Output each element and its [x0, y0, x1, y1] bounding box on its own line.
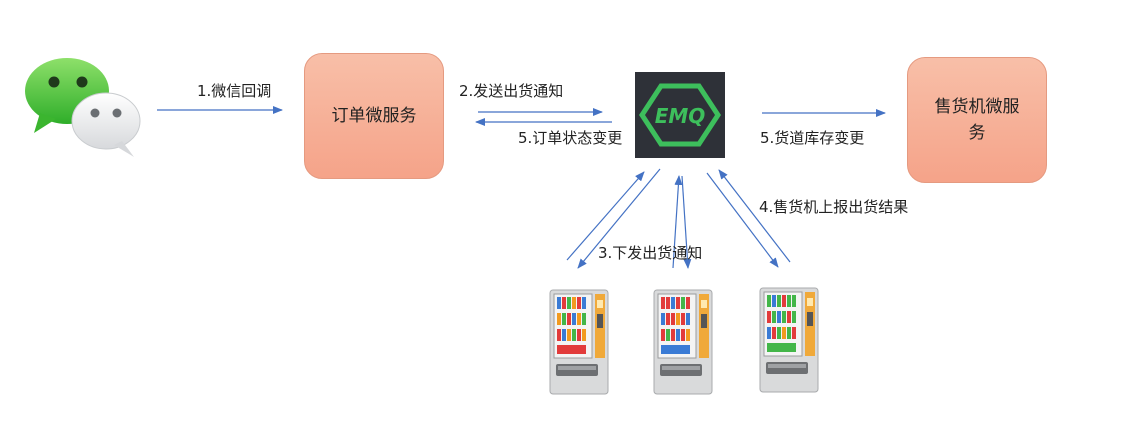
- label-issue-notice: 3.下发出货通知: [598, 244, 703, 262]
- vending-machine-icon: [653, 289, 713, 395]
- vending-machine-icon: [549, 289, 609, 395]
- label-channel-stock-change: 5.货道库存变更: [760, 129, 865, 147]
- label-wechat-callback: 1.微信回调: [197, 82, 272, 100]
- label-report-result: 4.售货机上报出货结果: [759, 198, 909, 216]
- label-order-status-change: 5.订单状态变更: [518, 129, 623, 147]
- vending-machine-icon: [759, 287, 819, 393]
- arrow-emq-to-vm3: [706, 172, 779, 268]
- label-send-notice: 2.发送出货通知: [459, 82, 564, 100]
